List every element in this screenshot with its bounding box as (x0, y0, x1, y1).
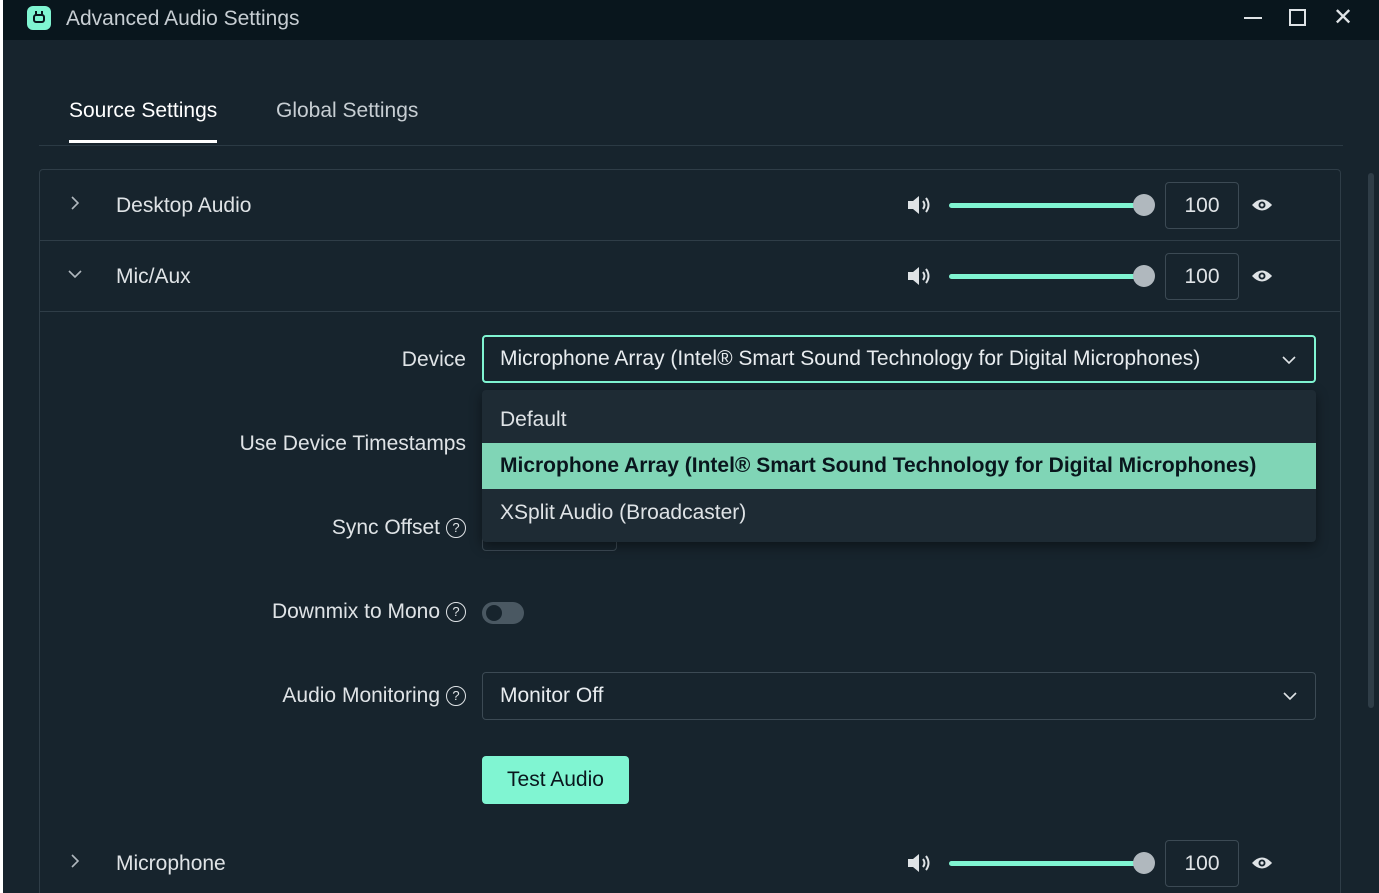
chevron-down-icon[interactable] (68, 267, 82, 281)
volume-slider[interactable] (949, 274, 1144, 279)
help-icon[interactable]: ? (446, 518, 466, 538)
volume-input[interactable]: 100 (1165, 182, 1239, 229)
app-logo-icon (27, 6, 51, 30)
help-icon[interactable]: ? (446, 686, 466, 706)
volume-slider[interactable] (949, 861, 1144, 866)
window-title: Advanced Audio Settings (66, 7, 300, 30)
source-row-desktop-audio: Desktop Audio 100 (40, 170, 1340, 241)
device-option-xsplit-audio[interactable]: XSplit Audio (Broadcaster) (482, 490, 1316, 536)
speaker-icon[interactable] (906, 852, 932, 874)
close-button[interactable]: ✕ (1326, 3, 1360, 33)
eye-icon[interactable] (1251, 197, 1273, 213)
source-name[interactable]: Desktop Audio (116, 194, 251, 218)
audio-monitoring-value: Monitor Off (500, 684, 604, 707)
tab-global-settings[interactable]: Global Settings (276, 99, 418, 140)
title-bar: Advanced Audio Settings ✕ (3, 0, 1379, 40)
device-dropdown-menu: Default Microphone Array (Intel® Smart S… (482, 390, 1316, 542)
device-select[interactable]: Microphone Array (Intel® Smart Sound Tec… (482, 335, 1316, 383)
sync-offset-label: Sync Offset? (332, 516, 466, 540)
speaker-icon[interactable] (906, 194, 932, 216)
source-row-microphone: Microphone 100 (40, 828, 1340, 893)
tab-source-settings[interactable]: Source Settings (69, 99, 218, 143)
source-row-mic-aux: Mic/Aux 100 (40, 241, 1340, 312)
test-audio-button[interactable]: Test Audio (482, 756, 629, 804)
chevron-right-icon[interactable] (68, 196, 82, 210)
audio-monitoring-select[interactable]: Monitor Off (482, 672, 1316, 720)
minimize-icon (1244, 17, 1262, 19)
volume-slider-handle[interactable] (1133, 194, 1155, 216)
help-icon[interactable]: ? (446, 602, 466, 622)
caret-down-icon (1283, 692, 1297, 701)
chevron-right-icon[interactable] (68, 854, 82, 868)
eye-icon[interactable] (1251, 268, 1273, 284)
volume-slider-handle[interactable] (1133, 852, 1155, 874)
scrollbar[interactable] (1368, 173, 1374, 708)
speaker-icon[interactable] (906, 265, 932, 287)
maximize-icon (1289, 9, 1306, 26)
volume-input[interactable]: 100 (1165, 840, 1239, 887)
device-option-default[interactable]: Default (482, 397, 1316, 443)
source-name[interactable]: Microphone (116, 852, 226, 876)
device-label: Device (401, 348, 466, 371)
device-select-value: Microphone Array (Intel® Smart Sound Tec… (500, 347, 1201, 370)
source-name[interactable]: Mic/Aux (116, 265, 191, 289)
eye-icon[interactable] (1251, 855, 1273, 871)
device-option-microphone-array[interactable]: Microphone Array (Intel® Smart Sound Tec… (482, 443, 1316, 489)
use-device-timestamps-label: Use Device Timestamps (239, 432, 466, 455)
audio-monitoring-label: Audio Monitoring? (282, 684, 466, 708)
caret-down-icon (1282, 356, 1296, 365)
volume-input[interactable]: 100 (1165, 253, 1239, 300)
downmix-to-mono-label: Downmix to Mono? (272, 600, 466, 624)
settings-tabs: Source Settings Global Settings (39, 90, 1343, 146)
downmix-to-mono-toggle[interactable] (482, 602, 524, 624)
volume-slider[interactable] (949, 203, 1144, 208)
volume-slider-handle[interactable] (1133, 265, 1155, 287)
